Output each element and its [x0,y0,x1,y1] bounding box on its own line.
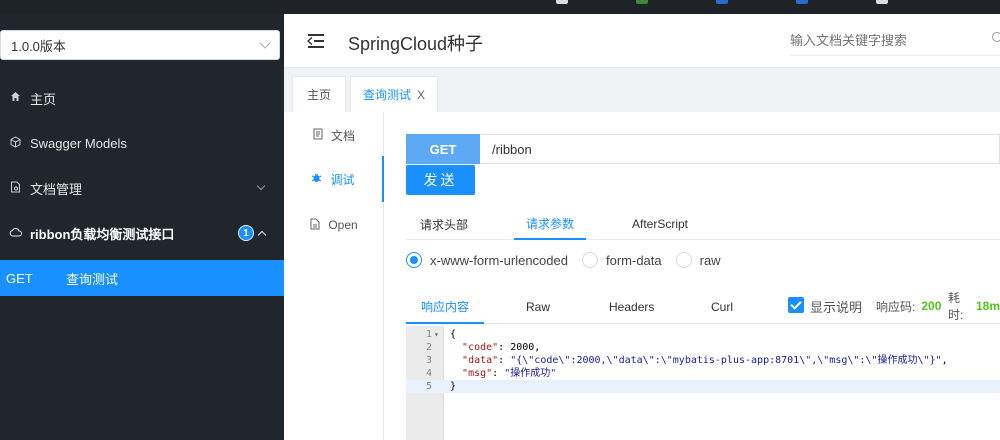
sidebar-item-label: 文档管理 [30,181,83,197]
response-time-value: 18m [975,299,1000,313]
search-input[interactable] [790,26,1000,56]
vtab-open[interactable]: Open [284,202,384,248]
fold-icon[interactable]: ▾ [434,328,439,341]
request-tabs: 请求头部 请求参数 AfterScript [406,208,1000,240]
tab-bar: 主页 查询测试 X [284,68,1000,112]
file-icon [310,218,320,233]
response-time-text: 耗时: [948,291,964,322]
vtab-label: 文档 [330,128,355,143]
response-code-value: 200 [921,299,942,313]
content-type-radio-group: x-www-form-urlencoded form-data raw [406,250,735,270]
taskbar-icon [796,0,808,4]
sidebar-item-query-test[interactable]: GET 查询测试 [0,260,284,296]
vertical-tabs: 文档 调试 Open [284,112,384,440]
radio-raw[interactable] [675,252,692,268]
sidebar-item-label: ribbon负载均衡测试接口 [30,226,175,242]
response-time-label: 耗时: 18m [948,290,1000,322]
tab-request-headers[interactable]: 请求头部 [420,208,468,240]
home-icon [8,91,22,105]
vtab-label: 调试 [330,172,355,187]
tab-response-content[interactable]: 响应内容 [406,290,485,324]
sidebar-item-label: 查询测试 [66,271,119,287]
tab-label: 查询测试 [362,88,411,102]
cube-icon [8,135,22,151]
radio-label: raw [699,252,721,268]
tab-request-params[interactable]: 请求参数 [514,208,587,240]
radio-x-www-form-urlencoded[interactable] [406,252,422,268]
radio-form-data[interactable] [581,252,598,268]
code-line-current: 5 } [406,380,1000,393]
taskbar-icon [876,0,888,4]
close-icon[interactable]: X [417,88,425,102]
bug-icon [311,172,322,186]
show-desc-label: 显示说明 [810,299,863,315]
tab-query-test[interactable]: 查询测试 X [350,76,438,112]
chevron-up-icon [257,230,267,240]
request-url-field[interactable]: /ribbon [480,134,1000,164]
vtab-label: Open [328,218,358,232]
vtab-document[interactable]: 文档 [284,112,384,158]
code-line: 2 "code": 2000, [425,342,541,353]
tab-after-script[interactable]: AfterScript [632,208,688,240]
code-line: 3 "data": "{\"code\":2000,\"data\":\"myb… [425,355,948,366]
code-line: 1 ▾ { [425,328,457,341]
document-icon [313,128,323,143]
menu-fold-icon[interactable] [306,34,324,48]
sidebar: 1.0.0版本 主页 Swagger Models 文档管理 ribbon负载均… [0,14,284,440]
app-title: SpringCloud种子 [348,34,484,54]
tab-curl[interactable]: Curl [711,290,733,324]
cloud-icon [8,227,22,240]
send-button[interactable]: 发送 [406,165,475,195]
response-code-text: 响应码: [876,299,916,314]
http-method-badge: GET [406,134,480,164]
response-code-label: 响应码: 200 [876,290,941,322]
chevron-down-icon [259,37,271,49]
count-badge: 1 [238,225,254,241]
response-tabs: 响应内容 Raw Headers Curl 显示说明 响应码: 200 耗时: … [406,290,1000,324]
taskbar-icon [716,0,728,4]
tab-label: 主页 [306,88,331,102]
version-select[interactable]: 1.0.0版本 [0,30,280,60]
radio-label: x-www-form-urlencoded [430,252,568,268]
response-code-editor[interactable]: 1 ▾ { 2 "code": 2000, 3 "data": "{\"code\… [406,326,1000,440]
search-icon[interactable] [992,32,1000,42]
chevron-down-icon [256,181,266,191]
main-content: 文档 调试 Open GET /ribbon 发送 请求头部 请求参数 Afte… [284,112,1000,440]
sidebar-item-ribbon-group[interactable]: ribbon负载均衡测试接口 1 [0,215,284,251]
doc-manage-icon [8,181,22,196]
sidebar-item-label: 主页 [30,91,57,107]
tab-headers[interactable]: Headers [609,290,654,324]
code-line: 4 "msg": "操作成功" [425,368,557,379]
top-header: SpringCloud种子 [284,14,1000,68]
os-taskbar-strip [0,0,1000,14]
sidebar-item-swagger-models[interactable]: Swagger Models [0,125,284,161]
taskbar-icon [636,0,648,4]
tab-raw[interactable]: Raw [526,290,550,324]
http-method-label: GET [6,270,33,286]
sidebar-item-doc-manage[interactable]: 文档管理 [0,170,284,206]
show-desc-checkbox[interactable] [788,297,804,313]
tab-home[interactable]: 主页 [292,76,346,112]
radio-label: form-data [605,252,662,268]
taskbar-icon [556,0,568,4]
sidebar-item-home[interactable]: 主页 [0,80,284,116]
version-select-value: 1.0.0版本 [11,38,66,54]
sidebar-item-label: Swagger Models [30,135,127,151]
vtab-debug[interactable]: 调试 [284,156,384,202]
